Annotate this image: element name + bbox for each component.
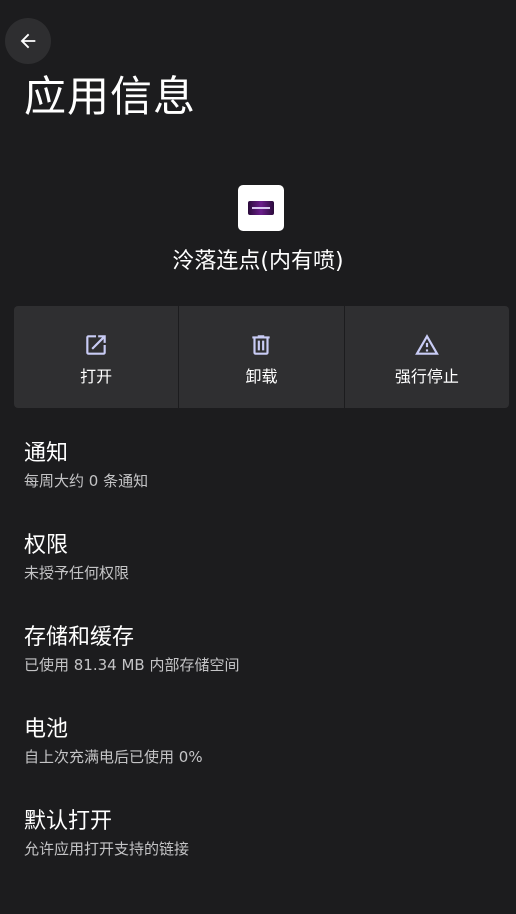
setting-battery[interactable]: 电池 自上次充满电后已使用 0% <box>0 706 516 798</box>
setting-summary: 允许应用打开支持的链接 <box>24 840 190 858</box>
force-stop-button-label: 强行停止 <box>394 367 459 386</box>
page-title: 应用信息 <box>24 72 197 121</box>
open-button[interactable]: 打开 <box>14 306 179 408</box>
setting-summary: 自上次充满电后已使用 0% <box>24 748 203 766</box>
setting-title: 默认打开 <box>24 809 113 834</box>
settings-list: 通知 每周大约 0 条通知 权限 未授予任何权限 存储和缓存 已使用 81.34… <box>0 430 516 890</box>
uninstall-button-label: 卸载 <box>245 367 278 386</box>
setting-summary: 每周大约 0 条通知 <box>24 472 149 490</box>
app-icon-image <box>248 201 274 215</box>
uninstall-button[interactable]: 卸载 <box>179 306 344 408</box>
status-bar <box>0 0 516 6</box>
setting-title: 存储和缓存 <box>24 625 135 650</box>
warning-icon <box>414 334 439 355</box>
app-icon <box>238 185 284 231</box>
setting-notifications[interactable]: 通知 每周大约 0 条通知 <box>0 430 516 522</box>
setting-title: 电池 <box>24 717 69 742</box>
app-actions: 打开 卸载 强行停止 <box>14 306 509 408</box>
setting-title: 权限 <box>24 533 69 558</box>
arrow-left-icon <box>20 33 36 49</box>
setting-title: 通知 <box>24 441 69 466</box>
trash-icon <box>252 335 271 355</box>
app-name: 泠落连点(内有喷) <box>172 249 344 274</box>
force-stop-button[interactable]: 强行停止 <box>344 306 509 408</box>
setting-summary: 已使用 81.34 MB 内部存储空间 <box>24 656 240 674</box>
setting-storage[interactable]: 存储和缓存 已使用 81.34 MB 内部存储空间 <box>0 614 516 706</box>
setting-permissions[interactable]: 权限 未授予任何权限 <box>0 522 516 614</box>
open-button-label: 打开 <box>80 367 113 386</box>
back-button[interactable] <box>5 18 51 64</box>
open-in-new-icon <box>86 335 106 355</box>
setting-open-by-default[interactable]: 默认打开 允许应用打开支持的链接 <box>0 798 516 890</box>
setting-summary: 未授予任何权限 <box>24 564 130 582</box>
